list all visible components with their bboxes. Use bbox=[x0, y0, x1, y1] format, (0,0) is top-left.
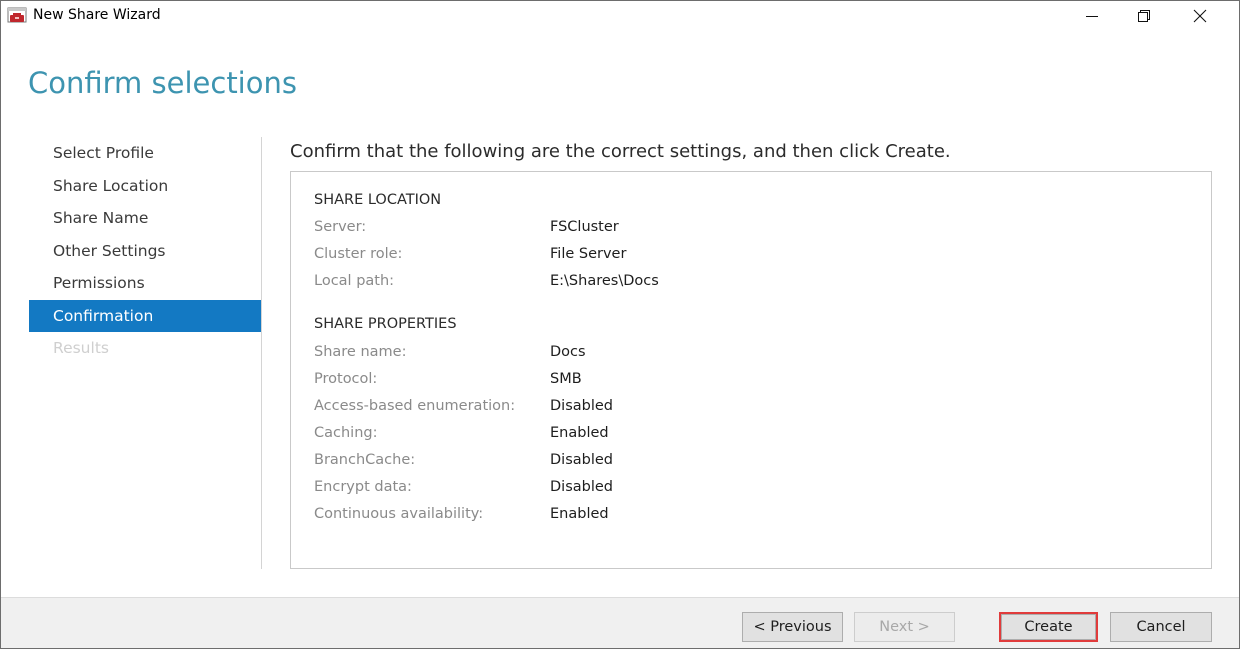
detail-label: Protocol: bbox=[314, 371, 378, 387]
detail-label: BranchCache: bbox=[314, 452, 416, 468]
minimize-icon bbox=[1086, 16, 1098, 17]
confirmation-details-panel: SHARE LOCATION Server: FSCluster Cluster… bbox=[290, 171, 1212, 569]
share-properties-heading: SHARE PROPERTIES bbox=[314, 316, 457, 332]
detail-value: Enabled bbox=[550, 425, 609, 441]
detail-value: Disabled bbox=[550, 398, 613, 414]
nav-item-select-profile[interactable]: Select Profile bbox=[29, 137, 261, 170]
detail-label: Caching: bbox=[314, 425, 378, 441]
minimize-button[interactable] bbox=[1069, 1, 1115, 31]
detail-label: Share name: bbox=[314, 344, 407, 360]
detail-value: Disabled bbox=[550, 479, 613, 495]
window-title: New Share Wizard bbox=[33, 7, 161, 23]
nav-divider bbox=[261, 137, 262, 569]
title-bar: New Share Wizard bbox=[1, 1, 1239, 31]
share-wizard-icon bbox=[7, 7, 27, 23]
nav-item-results: Results bbox=[53, 339, 109, 357]
next-button: Next > bbox=[854, 612, 955, 642]
nav-item-confirmation[interactable]: Confirmation bbox=[29, 299, 261, 332]
share-location-heading: SHARE LOCATION bbox=[314, 192, 442, 208]
page-title: Confirm selections bbox=[28, 66, 297, 100]
detail-value: FSCluster bbox=[550, 219, 619, 235]
detail-value: Enabled bbox=[550, 506, 609, 522]
detail-label: Encrypt data: bbox=[314, 479, 412, 495]
detail-label: Local path: bbox=[314, 273, 395, 289]
detail-label: Cluster role: bbox=[314, 246, 403, 262]
create-button[interactable]: Create bbox=[999, 612, 1098, 642]
detail-value: SMB bbox=[550, 371, 582, 387]
restore-button[interactable] bbox=[1121, 1, 1167, 31]
detail-label: Continuous availability: bbox=[314, 506, 484, 522]
wizard-footer: < Previous Next > Create Cancel bbox=[1, 597, 1239, 648]
previous-button[interactable]: < Previous bbox=[742, 612, 843, 642]
nav-item-share-location[interactable]: Share Location bbox=[29, 170, 261, 203]
nav-item-share-name[interactable]: Share Name bbox=[29, 202, 261, 235]
nav-item-permissions[interactable]: Permissions bbox=[29, 267, 261, 300]
detail-value: Disabled bbox=[550, 452, 613, 468]
detail-value: Docs bbox=[550, 344, 586, 360]
close-button[interactable] bbox=[1177, 1, 1223, 31]
detail-label: Server: bbox=[314, 219, 367, 235]
wizard-steps-nav: Select Profile Share Location Share Name… bbox=[29, 137, 261, 365]
instruction-text: Confirm that the following are the corre… bbox=[290, 141, 951, 162]
close-icon bbox=[1193, 9, 1207, 23]
wizard-window: New Share Wizard Confirm selections Sele… bbox=[0, 0, 1240, 649]
nav-item-other-settings[interactable]: Other Settings bbox=[29, 235, 261, 268]
detail-label: Access-based enumeration: bbox=[314, 398, 516, 414]
detail-value: E:\Shares\Docs bbox=[550, 273, 659, 289]
detail-value: File Server bbox=[550, 246, 627, 262]
restore-icon bbox=[1138, 10, 1150, 22]
cancel-button[interactable]: Cancel bbox=[1110, 612, 1212, 642]
